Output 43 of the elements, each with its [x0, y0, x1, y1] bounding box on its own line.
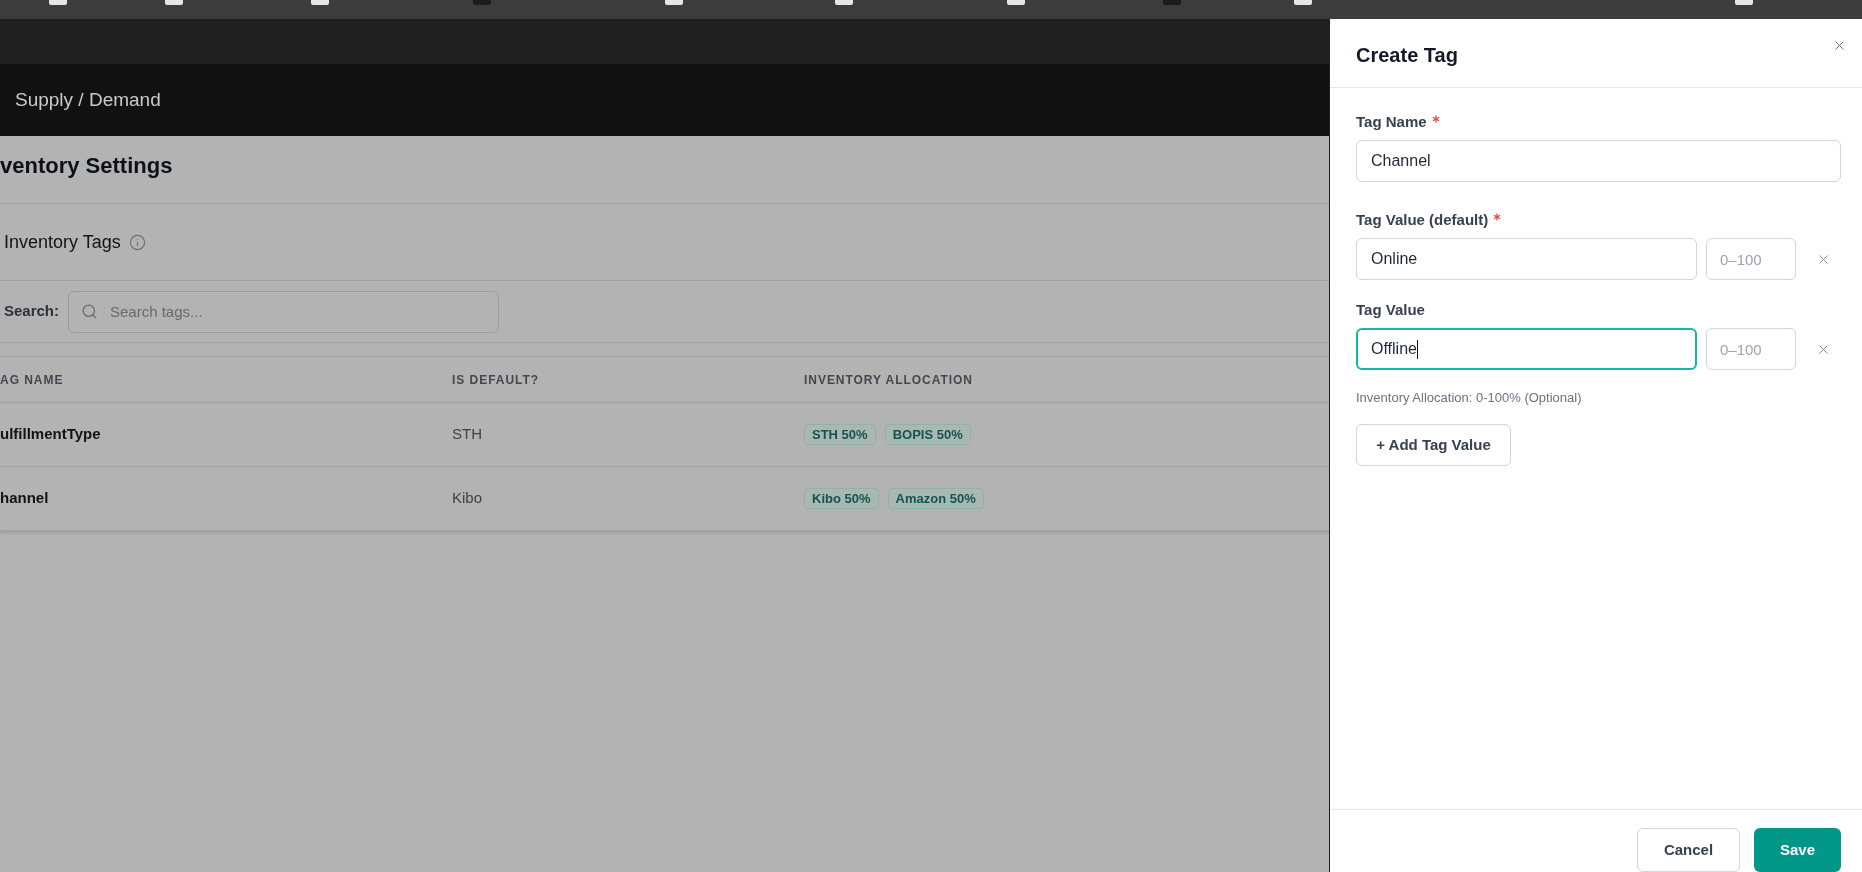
text-cursor-icon — [1416, 339, 1418, 359]
field-label: Tag Value (default) — [1356, 210, 1489, 230]
allocation-field[interactable]: 0–100 — [1706, 328, 1796, 370]
column-header: IS DEFAULT? — [452, 371, 539, 389]
default-value-cell-text: Kibo — [452, 488, 483, 509]
tag-value-field[interactable]: Offline — [1356, 328, 1697, 370]
tag-value-field[interactable]: Online — [1356, 238, 1697, 280]
tag-name-cell-text: ulfillmentType — [0, 424, 101, 445]
breadcrumb: Supply / Demand — [15, 87, 161, 112]
bookmark-icon[interactable] — [1007, 0, 1025, 5]
field-label: Tag Name — [1356, 112, 1427, 132]
bookmark-icon[interactable] — [49, 0, 67, 5]
bookmark-icon[interactable] — [165, 0, 183, 5]
field-label: Tag Value — [1356, 300, 1425, 320]
info-icon[interactable] — [128, 233, 146, 251]
bookmark-icon[interactable] — [835, 0, 853, 5]
bookmark-icon[interactable] — [311, 0, 329, 5]
bookmark-icon[interactable] — [1735, 0, 1753, 5]
allocation-tag: BOPIS 50% — [884, 424, 971, 445]
column-header: AG NAME — [0, 371, 64, 389]
column-header: INVENTORY ALLOCATION — [804, 371, 973, 389]
tag-name-cell-text: hannel — [0, 488, 49, 509]
helper-text: Inventory Allocation: 0-100% (Optional) — [1356, 389, 1582, 407]
bookmark-icon[interactable] — [665, 0, 683, 5]
default-value-cell-text: STH — [452, 424, 482, 445]
bookmark-icon[interactable] — [473, 0, 491, 5]
allocation-tag: STH 50% — [804, 424, 876, 445]
page-title: ventory Settings — [0, 152, 173, 180]
allocation-field[interactable]: 0–100 — [1706, 238, 1796, 280]
save-button[interactable]: Save — [1754, 828, 1841, 872]
search-field[interactable]: Search tags... — [68, 290, 499, 333]
bookmark-icon[interactable] — [1163, 0, 1181, 5]
search-label: Search: — [4, 301, 61, 322]
allocation-tag: Kibo 50% — [804, 488, 879, 509]
cancel-button[interactable]: Cancel — [1637, 828, 1740, 872]
search-icon — [81, 302, 98, 320]
allocation-tag: Amazon 50% — [887, 488, 984, 509]
drawer-title: Create Tag — [1356, 43, 1458, 68]
close-icon[interactable] — [1832, 38, 1847, 53]
tag-name-field[interactable]: Channel — [1356, 140, 1841, 182]
bookmark-icon[interactable] — [1294, 0, 1312, 5]
section-title: Inventory Tags — [4, 230, 121, 254]
add-tag-value-button[interactable]: + Add Tag Value — [1356, 424, 1511, 466]
